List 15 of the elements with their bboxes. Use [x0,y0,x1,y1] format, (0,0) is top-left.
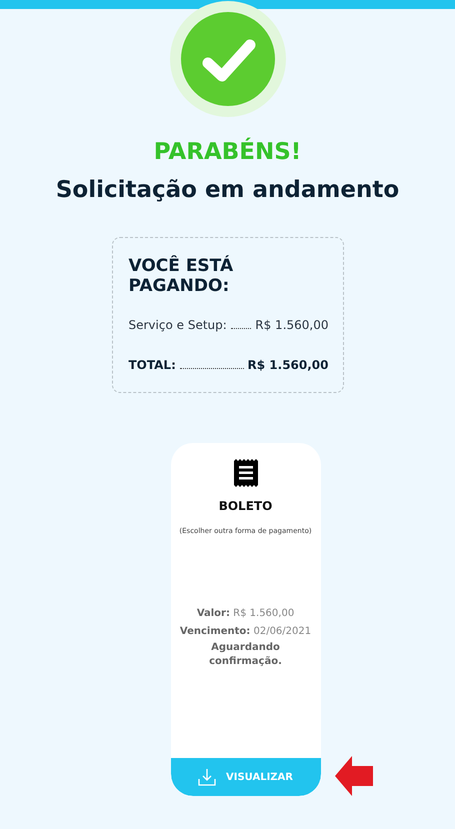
line-label: Serviço e Setup: [128,318,227,332]
line-amount: R$ 1.560,00 [255,318,328,332]
line-amount: R$ 1.560,00 [248,358,328,372]
line-label: TOTAL: [128,358,176,372]
status-text: Aguardando confirmação. [208,641,283,669]
status-heading: Solicitação em andamento [56,177,400,203]
detail-text: Valor: R$ 1.560,00 [196,607,296,621]
method-title: BOLETO [218,499,272,513]
detail-text: Vencimento: 02/06/2021 [180,625,312,639]
check-icon [170,1,286,117]
success-title: PARABÉNS! [154,139,302,165]
download-icon [198,768,216,786]
summary-title: VOCÊ ESTÁ PAGANDO: [128,256,234,296]
arrow-icon [334,756,372,796]
receipt-icon [234,459,258,487]
